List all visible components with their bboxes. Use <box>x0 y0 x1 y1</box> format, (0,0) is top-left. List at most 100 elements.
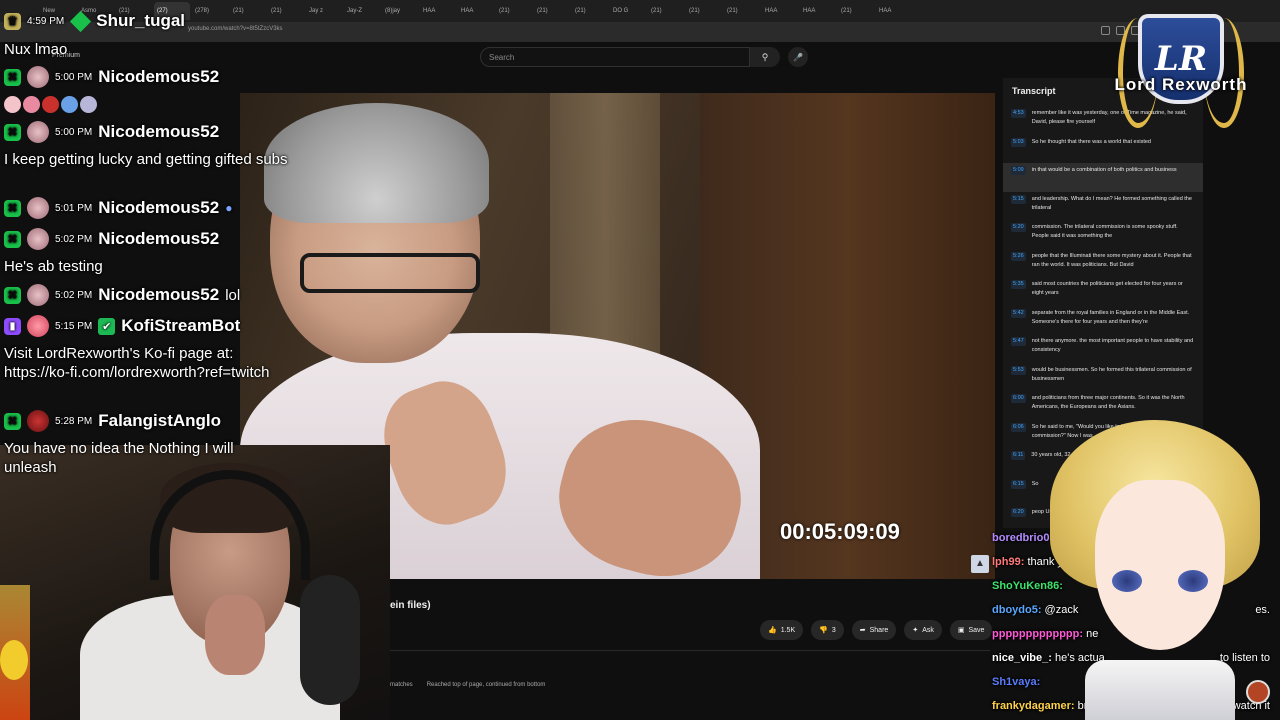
browser-tab[interactable]: DO G <box>610 2 646 20</box>
channel-watermark-icon[interactable]: ▲ <box>971 555 989 573</box>
transcript-text: separate from the royal families in Engl… <box>1031 309 1190 325</box>
viewer-avatar <box>1246 680 1270 704</box>
browser-tab[interactable]: HAA <box>876 2 912 20</box>
search-button[interactable]: ⚲ <box>750 47 780 67</box>
transcript-row[interactable]: 6:00 and politicians from three major con… <box>1003 391 1203 420</box>
emote-icon <box>4 96 21 113</box>
transcript-timestamp[interactable]: 5:42 <box>1011 308 1026 318</box>
transcript-row[interactable]: 5:03 So he thought that there was a world… <box>1003 135 1203 164</box>
chat-timestamp: 5:28 PM <box>55 415 93 427</box>
emote-icon: ● <box>225 201 233 215</box>
share-icon: ➦ <box>859 627 866 634</box>
streamer-webcam <box>0 445 390 720</box>
avatar <box>27 228 49 250</box>
browser-tab[interactable]: HAA <box>762 2 798 20</box>
transcript-row[interactable]: 5:53 would be businessmen. So he formed t… <box>1003 363 1203 392</box>
ask-button[interactable]: ✦ Ask <box>904 620 942 640</box>
transcript-row[interactable]: 5:35 said most countries the politicians … <box>1003 277 1203 306</box>
emote-icon <box>61 96 78 113</box>
browser-tab[interactable]: (21) <box>534 2 570 20</box>
transcript-timestamp[interactable]: 5:09 <box>1011 166 1026 175</box>
thumbs-down-icon: 👎 <box>819 627 828 634</box>
transcript-timestamp[interactable]: 5:53 <box>1011 365 1026 375</box>
transcript-text: So he thought that there was a world tha… <box>1031 138 1151 145</box>
logo-monogram: LR <box>1154 39 1208 79</box>
search-icon: ⚲ <box>761 51 769 62</box>
video-person-glasses <box>300 253 480 293</box>
vtuber-eye <box>1178 570 1208 592</box>
chat-message-header: ♛ 4:59 PM Shur_tugal <box>4 10 185 32</box>
transcript-text: people that the Illuminati there some my… <box>1031 252 1192 268</box>
avatar <box>27 410 49 432</box>
chat-message-header: ✖ 5:00 PM Nicodemous52 <box>4 66 219 88</box>
transcript-timestamp[interactable]: 6:06 <box>1011 422 1026 432</box>
avatar <box>27 284 49 306</box>
logo-text: Lord Rexworth <box>1114 75 1248 94</box>
find-status-message: Reached top of page, continued from bott… <box>426 682 546 688</box>
vtuber-collar <box>1085 660 1235 720</box>
browser-tab[interactable]: (21) <box>572 2 608 20</box>
mic-icon: 🎤 <box>793 52 803 62</box>
transcript-timestamp[interactable]: 5:35 <box>1011 280 1026 289</box>
transcript-timestamp[interactable]: 5:15 <box>1011 194 1026 204</box>
chat-username: Nicodemous52 <box>98 67 220 86</box>
browser-tab[interactable]: (8)jay <box>382 2 418 20</box>
chat-username: lph99: <box>992 556 1025 568</box>
browser-tab[interactable]: HAA <box>800 2 836 20</box>
dislike-count: 3 <box>831 626 836 634</box>
save-button[interactable]: ▣ Save <box>949 620 993 640</box>
transcript-timestamp[interactable]: 6:11 <box>1011 451 1026 460</box>
chat-line: boredbrio0 <box>992 532 1049 544</box>
search-input[interactable]: Search <box>480 47 750 67</box>
chat-timestamp: 5:15 PM <box>55 320 93 332</box>
browser-tab[interactable]: (21) <box>496 2 532 20</box>
dislike-button[interactable]: 👎 3 <box>811 620 844 640</box>
transcript-timestamp[interactable]: 4:53 <box>1011 109 1026 118</box>
stream-screen: New Asmo (21) (27) (278) (21) (21) Jay z… <box>0 0 1280 720</box>
transcript-text: commission. The trilateral commission is… <box>1031 224 1178 239</box>
transcript-timestamp[interactable]: 6:15 <box>1011 479 1026 489</box>
voice-search-button[interactable]: 🎤 <box>788 47 808 67</box>
share-label: Share <box>869 626 889 634</box>
chat-message-header: ✖ 5:02 PM Nicodemous52 <box>4 228 219 250</box>
video-timecode: 00:05:09:09 <box>780 519 900 544</box>
browser-tab[interactable]: (21) <box>724 2 760 20</box>
webcam-person-hand <box>205 595 265 675</box>
transcript-timestamp[interactable]: 5:26 <box>1011 251 1026 261</box>
chat-username: nice_vibe_: <box>992 652 1052 664</box>
transcript-row[interactable]: 5:15 and leadership. What do I mean? He f… <box>1003 192 1203 221</box>
twitch-icon: ▮ <box>4 317 21 335</box>
find-matches: matches <box>390 682 413 688</box>
chat-message-header: ✖ 5:00 PM Nicodemous52 <box>4 121 219 143</box>
chat-message-text: Visit LordRexworth's Ko-fi page at: http… <box>4 345 270 381</box>
browser-tab[interactable]: (21) <box>686 2 722 20</box>
transcript-row[interactable]: 5:47 not there anymore. the most importan… <box>1003 334 1203 363</box>
chat-username: boredbrio0 <box>992 532 1050 544</box>
transcript-row[interactable]: 5:09 in that would be a combination of bo… <box>1003 163 1203 192</box>
save-label: Save <box>968 626 985 634</box>
transcript-row[interactable]: 5:26 people that the Illuminati there som… <box>1003 249 1203 278</box>
transcript-text: would be businessmen. So he formed this … <box>1031 366 1192 382</box>
browser-tab[interactable]: HAA <box>458 2 494 20</box>
verified-bot-icon: ✔ <box>98 317 116 335</box>
share-button[interactable]: ➦ Share <box>851 620 897 640</box>
chat-message-text: He's ab testing <box>4 258 103 275</box>
transcript-row[interactable]: 5:20 commission. The trilateral commissio… <box>1003 220 1203 249</box>
bookmark-icon: ▣ <box>957 627 965 634</box>
transcript-timestamp[interactable]: 5:20 <box>1011 223 1026 232</box>
browser-tab[interactable]: (21) <box>648 2 684 20</box>
transcript-row[interactable]: 5:42 separate from the royal families in … <box>1003 306 1203 335</box>
browser-tab[interactable]: HAA <box>420 2 456 20</box>
like-button[interactable]: 👍 1.5K <box>760 620 804 640</box>
browser-tab[interactable]: (21) <box>838 2 874 20</box>
transcript-timestamp[interactable]: 6:00 <box>1011 394 1026 403</box>
webcam-microphone <box>300 575 360 705</box>
transcript-timestamp[interactable]: 5:47 <box>1011 337 1026 346</box>
browser-tab[interactable]: Jay-Z <box>344 2 380 20</box>
channel-logo: LR Lord Rexworth <box>1088 8 1274 128</box>
browser-tab[interactable]: Jay z <box>306 2 342 20</box>
transcript-timestamp[interactable]: 6:20 <box>1011 508 1026 517</box>
emote-icon <box>23 96 40 113</box>
transcript-timestamp[interactable]: 5:03 <box>1011 137 1026 147</box>
chat-username: Nicodemous52 <box>98 198 220 217</box>
